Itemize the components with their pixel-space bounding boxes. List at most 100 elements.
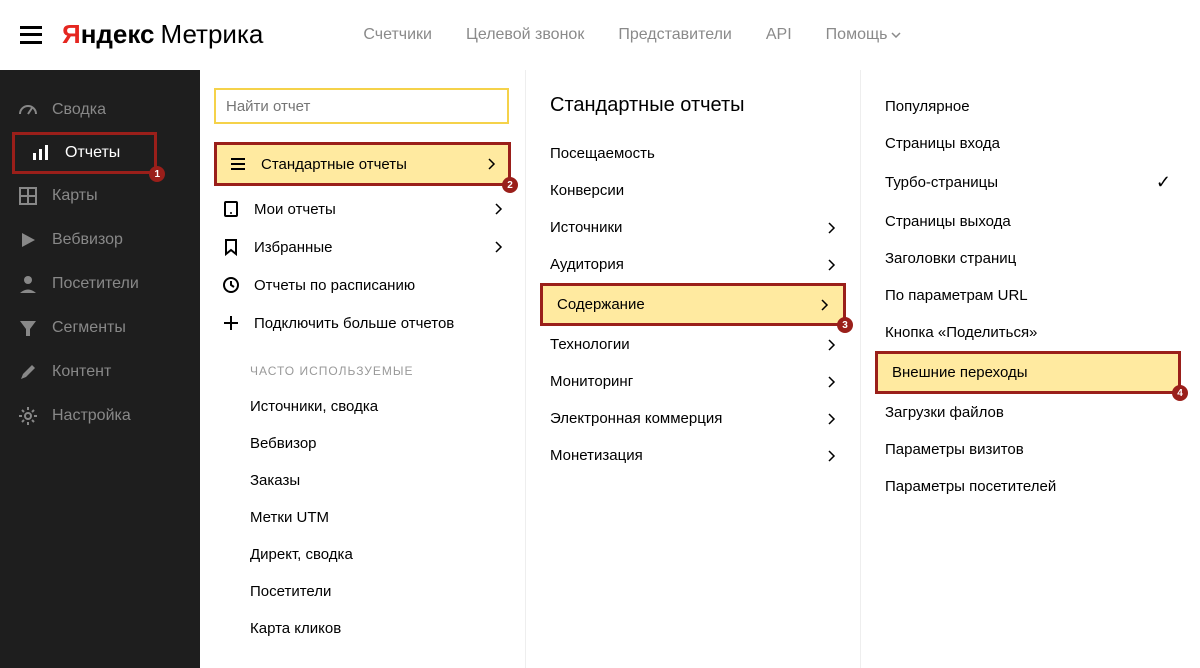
list-label: Внешние переходы <box>892 364 1028 381</box>
frequent-item[interactable]: Заказы <box>210 462 515 499</box>
logo-y: Я <box>62 19 81 50</box>
menu-add-reports[interactable]: Подключить больше отчетов <box>210 304 515 342</box>
list-label: Загрузки файлов <box>885 404 1004 421</box>
sidebar-item-visitors[interactable]: Посетители <box>0 262 200 306</box>
sidebar-item-segments[interactable]: Сегменты <box>0 306 200 350</box>
sidebar-item-maps[interactable]: Карты <box>0 174 200 218</box>
frequent-item[interactable]: Источники, сводка <box>210 388 515 425</box>
search-input[interactable] <box>214 88 509 124</box>
bar-chart-icon <box>31 143 51 163</box>
frequent-item[interactable]: Вебвизор <box>210 425 515 462</box>
content-share-button[interactable]: Кнопка «Поделиться» <box>871 314 1185 351</box>
report-attendance[interactable]: Посещаемость <box>536 135 850 172</box>
report-monetization[interactable]: Монетизация <box>536 437 850 474</box>
content-exit-pages[interactable]: Страницы выхода <box>871 203 1185 240</box>
clock-icon <box>222 276 240 294</box>
report-content[interactable]: Содержание <box>540 283 846 326</box>
bookmark-icon <box>222 238 240 256</box>
report-sources[interactable]: Источники <box>536 209 850 246</box>
sidebar-item-label: Сегменты <box>52 319 126 337</box>
report-audience[interactable]: Аудитория <box>536 246 850 283</box>
list-icon <box>229 155 247 173</box>
sidebar-item-content[interactable]: Контент <box>0 350 200 394</box>
menu-label: Отчеты по расписанию <box>254 277 415 294</box>
sidebar-item-label: Посетители <box>52 275 139 293</box>
content-popular[interactable]: Популярное <box>871 88 1185 125</box>
menu-scheduled-reports[interactable]: Отчеты по расписанию <box>210 266 515 304</box>
sidebar-item-label: Карты <box>52 187 98 205</box>
chevron-right-icon <box>828 413 836 425</box>
sidebar-item-label: Настройка <box>52 407 131 425</box>
list-label: Технологии <box>550 336 630 353</box>
chevron-right-icon <box>828 222 836 234</box>
frequent-item[interactable]: Директ, сводка <box>210 536 515 573</box>
gauge-icon <box>18 100 38 120</box>
report-ecommerce[interactable]: Электронная коммерция <box>536 400 850 437</box>
list-label: Аудитория <box>550 256 624 273</box>
report-technologies[interactable]: Технологии <box>536 326 850 363</box>
sidebar-item-label: Сводка <box>52 101 106 119</box>
nav-representatives[interactable]: Представители <box>618 26 732 44</box>
content-file-downloads[interactable]: Загрузки файлов <box>871 394 1185 431</box>
nav-api[interactable]: API <box>766 26 792 44</box>
check-icon: ✓ <box>1156 172 1171 193</box>
funnel-icon <box>18 318 38 338</box>
logo-andex: ндекс <box>81 19 155 50</box>
content-page-titles[interactable]: Заголовки страниц <box>871 240 1185 277</box>
list-label: Страницы выхода <box>885 213 1011 230</box>
menu-my-reports[interactable]: Мои отчеты <box>210 190 515 228</box>
frequent-item[interactable]: Карта кликов <box>210 610 515 647</box>
logo[interactable]: Яндекс Метрика <box>62 19 263 50</box>
sidebar-item-settings[interactable]: Настройка <box>0 394 200 438</box>
chevron-right-icon <box>488 158 496 170</box>
tablet-icon <box>222 200 240 218</box>
standard-reports-panel: Стандартные отчеты Посещаемость Конверси… <box>525 70 860 668</box>
list-label: Электронная коммерция <box>550 410 722 427</box>
header: Яндекс Метрика Счетчики Целевой звонок П… <box>0 0 1200 70</box>
content-external-links[interactable]: Внешние переходы <box>875 351 1181 394</box>
menu-standard-reports[interactable]: Стандартные отчеты <box>214 142 511 186</box>
list-label: Конверсии <box>550 182 624 199</box>
sidebar-item-webvisor[interactable]: Вебвизор <box>0 218 200 262</box>
pencil-icon <box>18 362 38 382</box>
menu-label: Подключить больше отчетов <box>254 315 454 332</box>
sidebar-item-summary[interactable]: Сводка <box>0 88 200 132</box>
content-entry-pages[interactable]: Страницы входа <box>871 125 1185 162</box>
chevron-right-icon <box>828 376 836 388</box>
plus-icon <box>222 314 240 332</box>
list-label: Турбо-страницы <box>885 174 998 191</box>
panel-title: Стандартные отчеты <box>536 88 850 135</box>
chevron-right-icon <box>495 241 503 253</box>
list-label: Параметры посетителей <box>885 478 1056 495</box>
chevron-right-icon <box>828 450 836 462</box>
grid-icon <box>18 186 38 206</box>
content-url-params[interactable]: По параметрам URL <box>871 277 1185 314</box>
frequent-header: ЧАСТО ИСПОЛЬЗУЕМЫЕ <box>210 342 515 388</box>
chevron-down-icon <box>891 32 901 38</box>
nav-help[interactable]: Помощь <box>826 26 902 44</box>
menu-favorites[interactable]: Избранные <box>210 228 515 266</box>
hamburger-icon[interactable] <box>20 26 42 44</box>
chevron-right-icon <box>821 299 829 311</box>
chevron-right-icon <box>495 203 503 215</box>
nav-target-call[interactable]: Целевой звонок <box>466 26 584 44</box>
list-label: Посещаемость <box>550 145 655 162</box>
list-label: Страницы входа <box>885 135 1000 152</box>
frequent-item[interactable]: Метки UTM <box>210 499 515 536</box>
report-monitoring[interactable]: Мониторинг <box>536 363 850 400</box>
list-label: Содержание <box>557 296 645 313</box>
content-visit-params[interactable]: Параметры визитов <box>871 431 1185 468</box>
sidebar-item-reports[interactable]: Отчеты <box>12 132 157 174</box>
list-label: Кнопка «Поделиться» <box>885 324 1037 341</box>
list-label: По параметрам URL <box>885 287 1028 304</box>
content-turbo-pages[interactable]: Турбо-страницы ✓ <box>871 162 1185 203</box>
nav-counters[interactable]: Счетчики <box>363 26 432 44</box>
content-visitor-params[interactable]: Параметры посетителей <box>871 468 1185 505</box>
frequent-item[interactable]: Посетители <box>210 573 515 610</box>
report-conversions[interactable]: Конверсии <box>536 172 850 209</box>
menu-label: Стандартные отчеты <box>261 156 407 173</box>
sidebar-item-label: Отчеты <box>65 144 120 162</box>
sidebar-item-label: Вебвизор <box>52 231 123 249</box>
list-label: Популярное <box>885 98 970 115</box>
chevron-right-icon <box>828 259 836 271</box>
